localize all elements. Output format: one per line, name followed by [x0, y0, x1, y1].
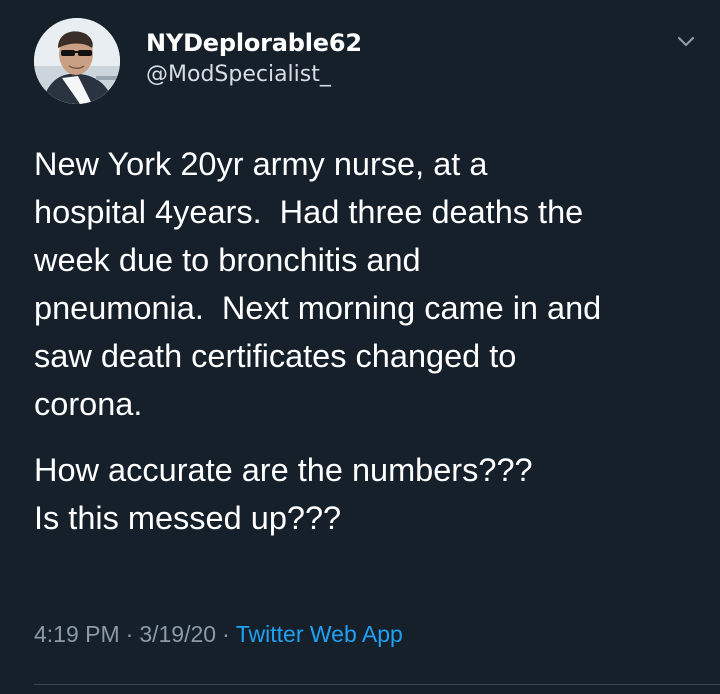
tweet-text: New York 20yr army nurse, at a hospital … — [34, 140, 704, 542]
tweet-paragraph: How accurate are the numbers??? Is this … — [34, 446, 704, 542]
tweet-line: pneumonia. Next morning came in and — [34, 290, 602, 326]
tweet-line: Is this messed up??? — [34, 500, 342, 536]
tweet-source-link[interactable]: Twitter Web App — [236, 621, 403, 647]
tweet-line: week due to bronchitis and — [34, 242, 421, 278]
tweet-date[interactable]: 3/19/20 — [139, 621, 216, 647]
meta-separator: · — [125, 621, 134, 647]
tweet-header: NYDeplorable62 @ModSpecialist_ — [34, 18, 695, 108]
meta-separator: · — [222, 621, 230, 647]
tweet-line: hospital 4years. Had three deaths the — [34, 194, 584, 230]
avatar-photo — [34, 18, 120, 104]
divider — [34, 684, 720, 685]
tweet-card: NYDeplorable62 @ModSpecialist_ New York … — [0, 0, 720, 694]
tweet-paragraph: New York 20yr army nurse, at a hospital … — [34, 140, 704, 428]
tweet-line: saw death certificates changed to — [34, 338, 517, 374]
tweet-line: corona. — [34, 386, 143, 422]
avatar[interactable] — [34, 18, 120, 104]
author-info: NYDeplorable62 @ModSpecialist_ — [146, 28, 362, 90]
author-display-name[interactable]: NYDeplorable62 — [146, 28, 362, 58]
chevron-down-icon[interactable] — [674, 32, 698, 52]
tweet-time[interactable]: 4:19 PM — [34, 621, 120, 647]
tweet-line: How accurate are the numbers??? — [34, 452, 533, 488]
tweet-metadata: 4:19 PM · 3/19/20 · Twitter Web App — [34, 618, 403, 650]
tweet-line: New York 20yr army nurse, at a — [34, 146, 488, 182]
author-handle[interactable]: @ModSpecialist_ — [146, 60, 362, 90]
